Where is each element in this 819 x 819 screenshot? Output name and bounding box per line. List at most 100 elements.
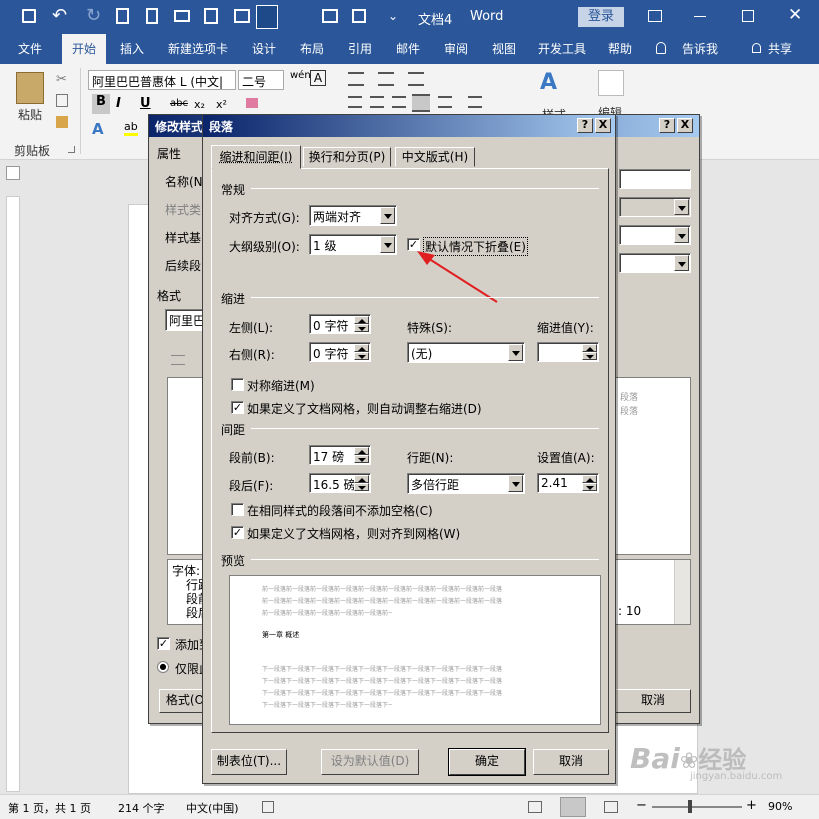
ok-button[interactable]: 确定: [448, 748, 526, 776]
new-doc-icon[interactable]: [146, 8, 158, 24]
style-based-select[interactable]: [619, 225, 691, 245]
tab-view[interactable]: 视图: [492, 40, 516, 57]
tab-line-page-breaks[interactable]: 换行和分页(P): [303, 147, 391, 167]
list-icon[interactable]: [352, 9, 366, 23]
word-count[interactable]: 214 个字: [118, 800, 165, 816]
line-spacing-select[interactable]: 多倍行距: [407, 473, 525, 494]
snap-to-grid-label[interactable]: 如果定义了文档网格，则对齐到网格(W): [247, 525, 460, 542]
indent-by-input[interactable]: [537, 342, 599, 362]
char-border-icon[interactable]: A: [310, 70, 326, 86]
no-space-same-style-label[interactable]: 在相同样式的段落间不添加空格(C): [247, 502, 433, 519]
cut-icon[interactable]: ✂: [56, 72, 67, 87]
desc-scrollbar[interactable]: [674, 560, 690, 624]
paste-label[interactable]: 粘贴: [18, 106, 42, 123]
cancel-button[interactable]: 取消: [533, 749, 609, 775]
auto-adjust-checkbox[interactable]: ✓: [231, 401, 244, 414]
font-preview-select[interactable]: 阿里巴: [165, 309, 205, 331]
ruler-toggle[interactable]: [6, 166, 20, 180]
zoom-slider-thumb[interactable]: [688, 800, 692, 813]
no-space-same-style-checkbox[interactable]: [231, 503, 244, 516]
tab-mailings[interactable]: 邮件: [396, 40, 420, 57]
document-view-icon[interactable]: [256, 5, 278, 29]
after-input[interactable]: 16.5 磅: [309, 473, 371, 493]
highlight-icon[interactable]: ab: [124, 120, 138, 136]
paragraph-close-button[interactable]: X: [595, 118, 611, 133]
tab-insert[interactable]: 插入: [120, 40, 144, 57]
clear-format-icon[interactable]: [246, 98, 258, 108]
subscript-icon[interactable]: x₂: [194, 98, 205, 111]
macro-icon[interactable]: [262, 801, 274, 813]
align-left-icon[interactable]: [348, 96, 362, 108]
align-right-icon[interactable]: [392, 96, 406, 108]
tab-asian-typography[interactable]: 中文版式(H): [395, 147, 475, 167]
outline-level-select[interactable]: 1 级: [309, 234, 397, 255]
maximize-icon[interactable]: [742, 10, 754, 22]
close-window-icon[interactable]: ✕: [788, 5, 802, 25]
numbering-icon[interactable]: [378, 72, 394, 86]
font-size-box[interactable]: 二号: [238, 70, 284, 90]
distribute-icon[interactable]: [438, 96, 452, 108]
auto-adjust-label[interactable]: 如果定义了文档网格，则自动调整右缩进(D): [247, 400, 482, 417]
snap-to-grid-checkbox[interactable]: ✓: [231, 526, 244, 539]
paragraph-help-button[interactable]: ?: [577, 118, 593, 133]
tab-new[interactable]: 新建选项卡: [168, 40, 228, 57]
zoom-level[interactable]: 90%: [768, 800, 792, 813]
page-count[interactable]: 第 1 页，共 1 页: [8, 800, 91, 816]
align-preview-icon[interactable]: [171, 355, 185, 365]
minimize-icon[interactable]: [694, 16, 706, 17]
at-input[interactable]: 2.41: [537, 473, 599, 493]
paste-icon[interactable]: [16, 72, 44, 104]
mirror-indent-checkbox[interactable]: [231, 378, 244, 391]
bold-button[interactable]: B: [92, 94, 110, 114]
login-button[interactable]: 登录: [578, 7, 624, 27]
modify-close-button[interactable]: X: [677, 118, 693, 133]
align-center-icon[interactable]: [370, 96, 384, 108]
read-mode-icon[interactable]: [528, 801, 542, 813]
bullets-icon[interactable]: [348, 72, 364, 86]
zoom-in-icon[interactable]: +: [746, 798, 757, 813]
share-button[interactable]: 共享: [768, 40, 792, 57]
tab-file[interactable]: 文件: [18, 40, 42, 57]
line-spacing-icon[interactable]: [468, 96, 482, 108]
italic-button[interactable]: I: [116, 96, 121, 111]
zoom-slider[interactable]: [652, 806, 742, 808]
web-layout-icon[interactable]: [604, 801, 618, 813]
editing-icon[interactable]: [598, 70, 624, 96]
multilevel-icon[interactable]: [408, 72, 424, 86]
columns-icon[interactable]: [322, 9, 338, 23]
ribbon-display-icon[interactable]: [648, 10, 662, 22]
tab-home[interactable]: 开始: [62, 34, 107, 64]
print-layout-icon[interactable]: [560, 797, 586, 817]
set-default-button[interactable]: 设为默认值(D): [321, 749, 419, 775]
copy-icon[interactable]: [56, 94, 68, 107]
style-type-select[interactable]: [619, 197, 691, 217]
open-folder-icon[interactable]: [174, 10, 190, 22]
picture-icon[interactable]: [234, 9, 250, 23]
text-effects-icon[interactable]: A: [92, 120, 104, 138]
mirror-indent-label[interactable]: 对称缩进(M): [247, 377, 315, 394]
paste-icon-qa[interactable]: [204, 8, 218, 24]
tab-design[interactable]: 设计: [252, 40, 276, 57]
superscript-icon[interactable]: x²: [216, 98, 227, 111]
tab-layout[interactable]: 布局: [300, 40, 324, 57]
special-select[interactable]: (无): [407, 342, 525, 363]
zoom-out-icon[interactable]: −: [636, 798, 647, 813]
strikethrough-icon[interactable]: abc: [170, 98, 188, 109]
justify-icon[interactable]: [412, 94, 430, 112]
only-this-radio[interactable]: ●: [157, 661, 169, 673]
underline-button[interactable]: U: [140, 96, 151, 111]
phonetic-icon[interactable]: wén: [290, 70, 311, 81]
styles-icon[interactable]: A: [540, 70, 557, 95]
customize-qat-icon[interactable]: ⌄: [388, 9, 398, 23]
follow-select[interactable]: [619, 253, 691, 273]
clipboard-launcher-icon[interactable]: [68, 146, 75, 153]
right-indent-input[interactable]: 0 字符: [309, 342, 371, 362]
modify-help-button[interactable]: ?: [659, 118, 675, 133]
name-input[interactable]: [619, 169, 691, 189]
modify-cancel-button[interactable]: 取消: [615, 689, 691, 713]
tab-indents-spacing[interactable]: 缩进和间距(I): [211, 145, 301, 169]
tab-developer[interactable]: 开发工具: [538, 40, 586, 57]
tab-help[interactable]: 帮助: [608, 40, 632, 57]
tell-me[interactable]: 告诉我: [682, 40, 718, 57]
undo-icon[interactable]: ↶: [52, 5, 67, 26]
